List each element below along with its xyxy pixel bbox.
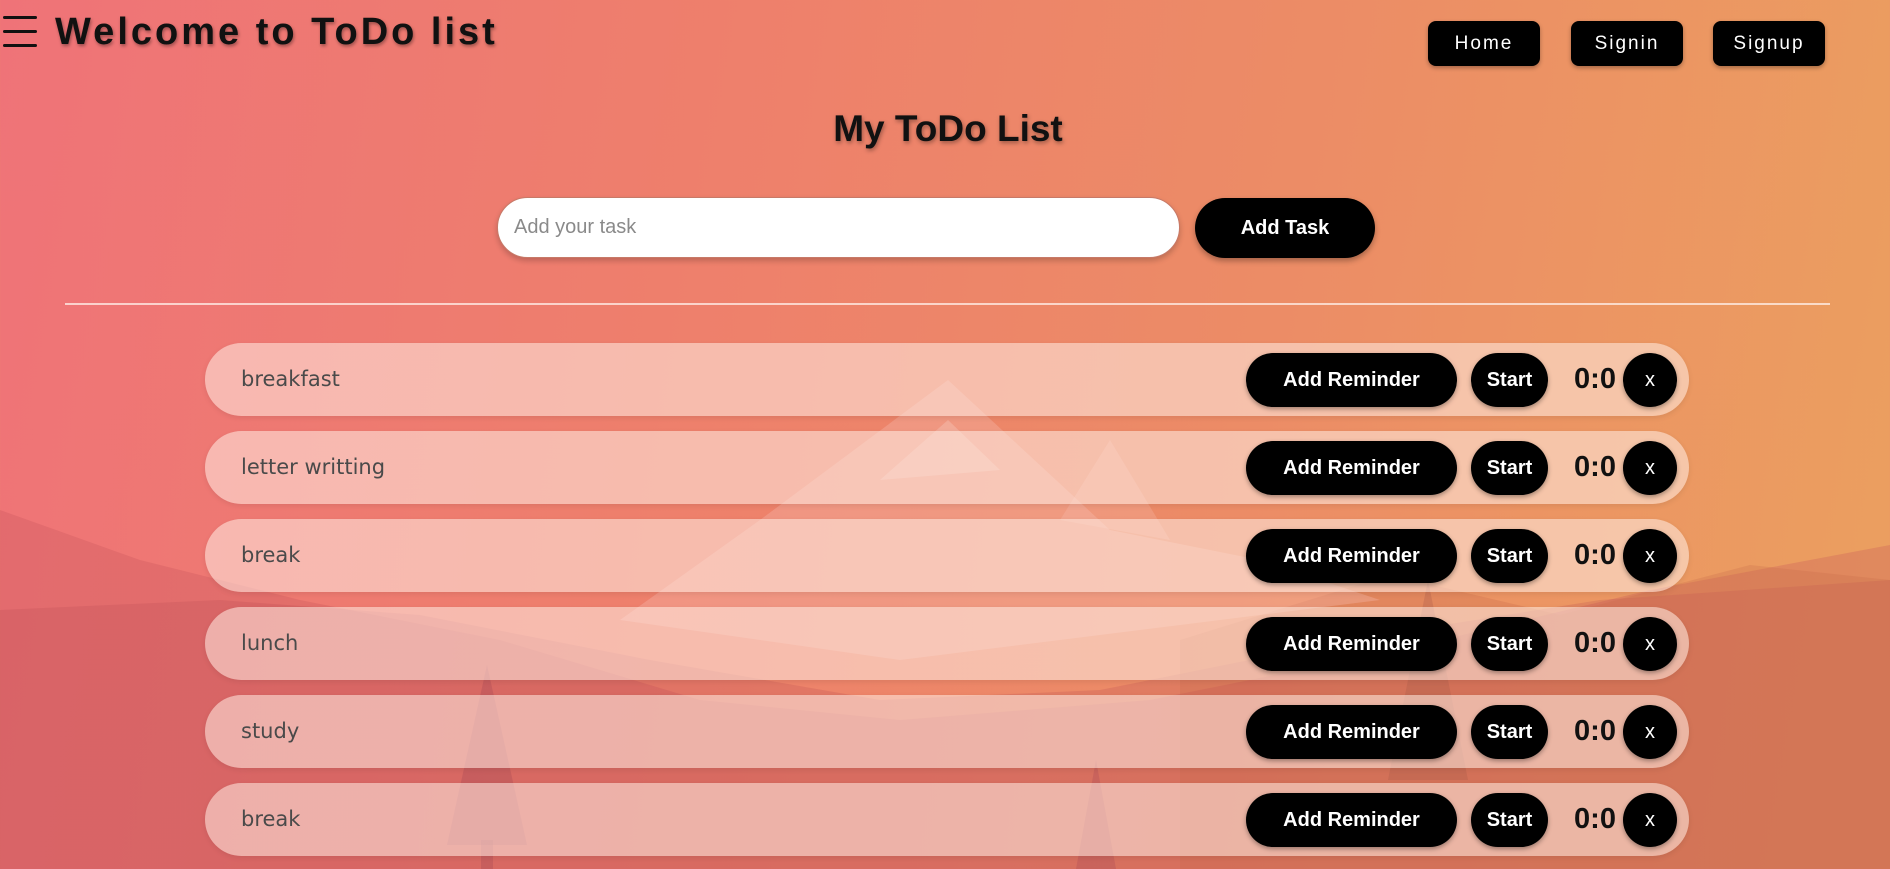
start-timer-button[interactable]: Start [1471, 793, 1548, 847]
add-reminder-button[interactable]: Add Reminder [1246, 529, 1457, 583]
start-timer-button[interactable]: Start [1471, 617, 1548, 671]
task-name: break [241, 543, 301, 567]
task-name: breakfast [241, 367, 340, 391]
add-reminder-button[interactable]: Add Reminder [1246, 793, 1457, 847]
task-row: breakfast Add Reminder Start 0:0 x [205, 343, 1689, 416]
add-reminder-button[interactable]: Add Reminder [1246, 441, 1457, 495]
add-reminder-button[interactable]: Add Reminder [1246, 617, 1457, 671]
task-timer: 0:0 [1574, 363, 1616, 395]
task-name: lunch [241, 631, 299, 655]
hamburger-menu-icon[interactable] [3, 14, 37, 50]
start-timer-button[interactable]: Start [1471, 441, 1548, 495]
site-title: Welcome to ToDo list [55, 11, 498, 53]
task-timer: 0:0 [1574, 539, 1616, 571]
start-timer-button[interactable]: Start [1471, 353, 1548, 407]
delete-task-button[interactable]: x [1623, 793, 1677, 847]
task-row: break Add Reminder Start 0:0 x [205, 783, 1689, 856]
top-navigation-bar: Welcome to ToDo list Home Signin Signup [0, 0, 1890, 80]
delete-task-button[interactable]: x [1623, 617, 1677, 671]
task-name: study [241, 719, 300, 743]
nav-home-button[interactable]: Home [1428, 21, 1540, 66]
delete-task-button[interactable]: x [1623, 705, 1677, 759]
task-timer: 0:0 [1574, 715, 1616, 747]
task-timer: 0:0 [1574, 803, 1616, 835]
add-reminder-button[interactable]: Add Reminder [1246, 705, 1457, 759]
nav-signup-button[interactable]: Signup [1713, 21, 1825, 66]
add-reminder-button[interactable]: Add Reminder [1246, 353, 1457, 407]
nav-signin-button[interactable]: Signin [1571, 21, 1683, 66]
page-title: My ToDo List [833, 108, 1063, 149]
task-row: break Add Reminder Start 0:0 x [205, 519, 1689, 592]
task-name: letter writting [241, 455, 386, 479]
delete-task-button[interactable]: x [1623, 529, 1677, 583]
task-row: lunch Add Reminder Start 0:0 x [205, 607, 1689, 680]
task-timer: 0:0 [1574, 627, 1616, 659]
start-timer-button[interactable]: Start [1471, 705, 1548, 759]
task-input[interactable] [497, 197, 1180, 258]
start-timer-button[interactable]: Start [1471, 529, 1548, 583]
divider [65, 303, 1830, 305]
task-name: break [241, 807, 301, 831]
task-row: letter writting Add Reminder Start 0:0 x [205, 431, 1689, 504]
delete-task-button[interactable]: x [1623, 353, 1677, 407]
add-task-button[interactable]: Add Task [1195, 198, 1375, 258]
task-row: study Add Reminder Start 0:0 x [205, 695, 1689, 768]
delete-task-button[interactable]: x [1623, 441, 1677, 495]
task-timer: 0:0 [1574, 451, 1616, 483]
